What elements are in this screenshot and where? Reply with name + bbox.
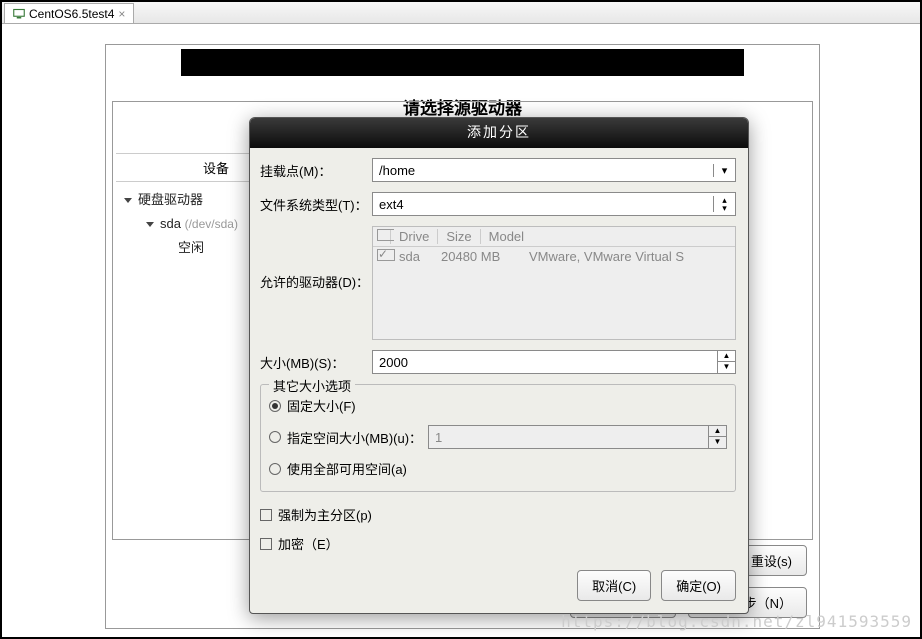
- radio-off-icon[interactable]: [269, 431, 281, 443]
- drive-row[interactable]: sda 20480 MB VMware, VMware Virtual S: [373, 247, 735, 266]
- hdr-size: Size: [438, 229, 480, 244]
- tree-root[interactable]: 硬盘驱动器: [124, 188, 238, 212]
- radio-all-row[interactable]: 使用全部可用空间(a): [269, 454, 727, 483]
- drives-label: 允许的驱动器(D)：: [260, 226, 372, 291]
- tree-free[interactable]: 空闲: [178, 236, 238, 260]
- dialog-title: 添加分区: [250, 118, 748, 148]
- radio-fixed-row[interactable]: 固定大小(F): [269, 391, 727, 420]
- fstype-value: ext4: [373, 197, 713, 212]
- size-input-wrap: ▲▼: [372, 350, 736, 374]
- chevron-down-icon: [124, 198, 132, 203]
- radio-fillto-label: 指定空间大小(MB)(u)：: [287, 428, 422, 447]
- fstype-label: 文件系统类型(T)：: [260, 195, 372, 214]
- close-icon[interactable]: ×: [118, 7, 125, 21]
- add-partition-dialog: 添加分区 挂载点(M)： /home ▾ 文件系统类型(T)： ext4 ▴▾: [249, 117, 749, 614]
- drive-name: sda: [391, 249, 433, 264]
- encrypt-label: 加密（E）: [278, 534, 339, 553]
- hdr-model: Model: [481, 229, 731, 244]
- mount-combobox[interactable]: /home ▾: [372, 158, 736, 182]
- updown-icon[interactable]: ▴▾: [713, 196, 735, 212]
- force-primary-label: 强制为主分区(p): [278, 505, 372, 524]
- tab-title: CentOS6.5test4: [29, 7, 114, 21]
- mount-value: /home: [373, 163, 713, 178]
- cancel-button[interactable]: 取消(C): [577, 570, 651, 601]
- drive-size: 20480 MB: [433, 249, 521, 264]
- fillto-input: [429, 426, 708, 448]
- dialog-footer: 取消(C) 确定(O): [250, 570, 748, 613]
- fstype-combobox[interactable]: ext4 ▴▾: [372, 192, 736, 216]
- ok-button[interactable]: 确定(O): [661, 570, 736, 601]
- fillto-spinner: ▲▼: [708, 426, 726, 448]
- fillto-input-wrap: ▲▼: [428, 425, 727, 449]
- hdr-drive: Drive: [391, 229, 438, 244]
- radio-all-label: 使用全部可用空间(a): [287, 459, 407, 478]
- wizard-header-bar: [181, 49, 744, 76]
- checkbox-icon[interactable]: [260, 538, 272, 550]
- tab-bar: CentOS6.5test4 ×: [2, 2, 920, 24]
- encrypt-row[interactable]: 加密（E）: [260, 529, 736, 558]
- size-input[interactable]: [373, 351, 717, 373]
- spin-down-icon[interactable]: ▼: [717, 362, 735, 373]
- mount-label: 挂载点(M)：: [260, 161, 372, 180]
- checkbox-icon[interactable]: [260, 509, 272, 521]
- checkbox-icon: [377, 229, 394, 241]
- other-size-legend: 其它大小选项: [269, 376, 355, 395]
- device-tree: 硬盘驱动器 sda (/dev/sda) 空闲: [124, 188, 238, 260]
- chevron-down-icon[interactable]: ▾: [713, 164, 735, 177]
- force-primary-row[interactable]: 强制为主分区(p): [260, 500, 736, 529]
- other-size-group: 其它大小选项 固定大小(F) 指定空间大小(MB)(u)： ▲▼: [260, 384, 736, 492]
- monitor-icon: [13, 8, 25, 20]
- chevron-down-icon: [146, 222, 154, 227]
- spin-up-icon[interactable]: ▲: [717, 351, 735, 362]
- checkbox-checked-icon[interactable]: [377, 249, 395, 261]
- size-spinner[interactable]: ▲▼: [717, 351, 735, 373]
- radio-fixed-label: 固定大小(F): [287, 396, 356, 415]
- watermark: https://blog.csdn.net/zl941593559: [561, 612, 912, 631]
- drive-list-header: Drive Size Model: [373, 227, 735, 247]
- drive-model: VMware, VMware Virtual S: [521, 249, 692, 264]
- drive-list[interactable]: Drive Size Model sda 20480 MB VMware, VM…: [372, 226, 736, 340]
- vm-tab[interactable]: CentOS6.5test4 ×: [4, 3, 134, 23]
- size-label: 大小(MB)(S)：: [260, 353, 372, 372]
- radio-off-icon[interactable]: [269, 463, 281, 475]
- radio-on-icon[interactable]: [269, 400, 281, 412]
- tree-disk[interactable]: sda (/dev/sda): [146, 212, 238, 236]
- radio-fillto-row[interactable]: 指定空间大小(MB)(u)： ▲▼: [269, 420, 727, 454]
